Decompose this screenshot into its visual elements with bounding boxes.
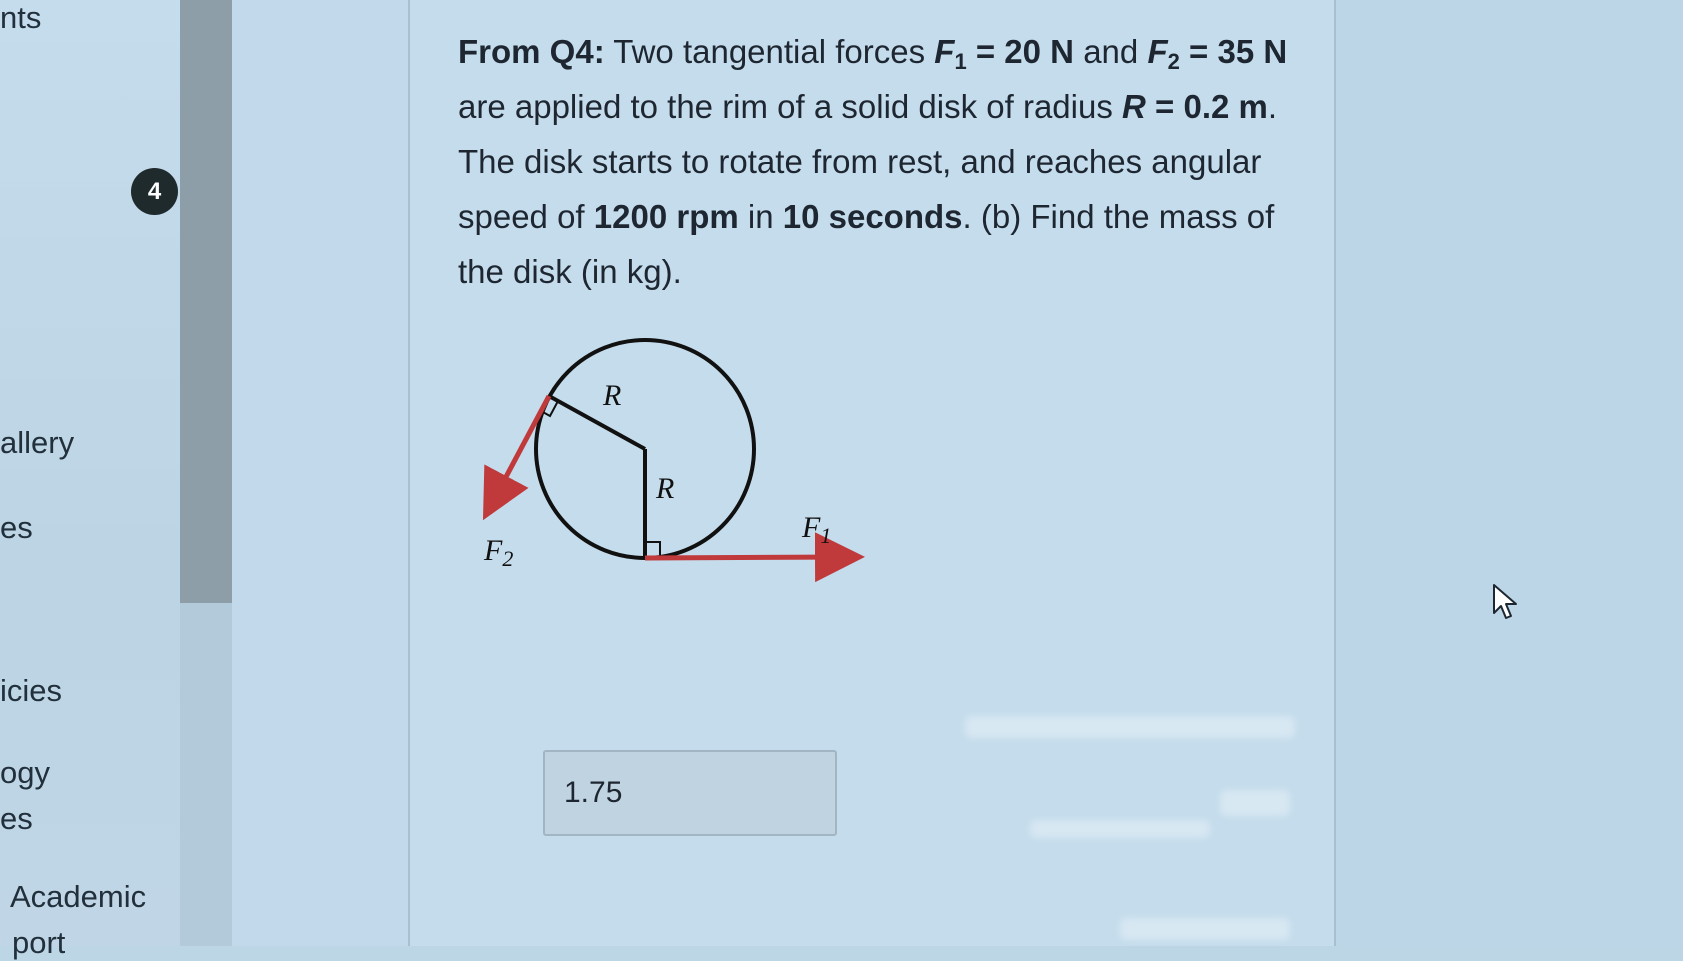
left-navigation: nts 4 allery es icies ogy es Academic po… — [0, 0, 180, 960]
radius-value: = 0.2 m — [1145, 88, 1268, 125]
answer-input[interactable]: 1.75 — [543, 750, 837, 836]
f1-label: F1 — [801, 511, 831, 548]
right-margin-area — [1336, 0, 1683, 946]
nav-item-ogy[interactable]: ogy — [0, 755, 50, 791]
f2-value: = 35 N — [1179, 33, 1288, 70]
f2-symbol: F — [1147, 33, 1168, 70]
nav-item-es-2[interactable]: es — [0, 801, 33, 837]
nav-item-nts[interactable]: nts — [0, 0, 41, 36]
screen-glare — [965, 716, 1295, 738]
question-text-part: Two tangential forces — [604, 33, 935, 70]
question-number-badge: 4 — [131, 168, 178, 215]
nav-item-es[interactable]: es — [0, 510, 33, 546]
f2-label: F2 — [483, 534, 513, 571]
radius-symbol: R — [1122, 88, 1146, 125]
screen-glare — [1220, 790, 1290, 816]
content-gutter — [232, 0, 410, 946]
nav-item-policies[interactable]: icies — [0, 673, 62, 709]
question-text-part: and — [1074, 33, 1148, 70]
mouse-cursor-icon — [1493, 584, 1517, 619]
nav-item-gallery[interactable]: allery — [0, 425, 74, 461]
question-text: From Q4: Two tangential forces F1 = 20 N… — [458, 24, 1298, 299]
radius-label-vertical: R — [655, 472, 674, 505]
time-value: 10 seconds — [782, 198, 963, 235]
radius-label-upper: R — [602, 379, 621, 412]
scrollbar-thumb[interactable] — [180, 0, 232, 603]
f1-symbol: F — [934, 33, 955, 70]
f1-arrow — [644, 532, 865, 583]
f1-subscript: 1 — [954, 49, 967, 74]
f1-value: = 20 N — [966, 33, 1075, 70]
question-prefix: From Q4: — [458, 33, 605, 70]
f2-subscript: 2 — [1167, 49, 1180, 74]
radius-line-upper — [548, 394, 646, 451]
screen-glare — [1030, 820, 1210, 838]
question-text-part: are applied to the rim of a solid disk o… — [458, 88, 1123, 125]
f2-arrow — [482, 394, 552, 521]
angular-speed: 1200 rpm — [593, 198, 739, 235]
question-text-part: in — [738, 198, 783, 235]
nav-item-academic[interactable]: Academic — [10, 879, 146, 915]
screen-glare — [1120, 918, 1290, 940]
disk-diagram: R R F1 F2 — [482, 338, 865, 583]
nav-item-port[interactable]: port — [12, 925, 65, 961]
